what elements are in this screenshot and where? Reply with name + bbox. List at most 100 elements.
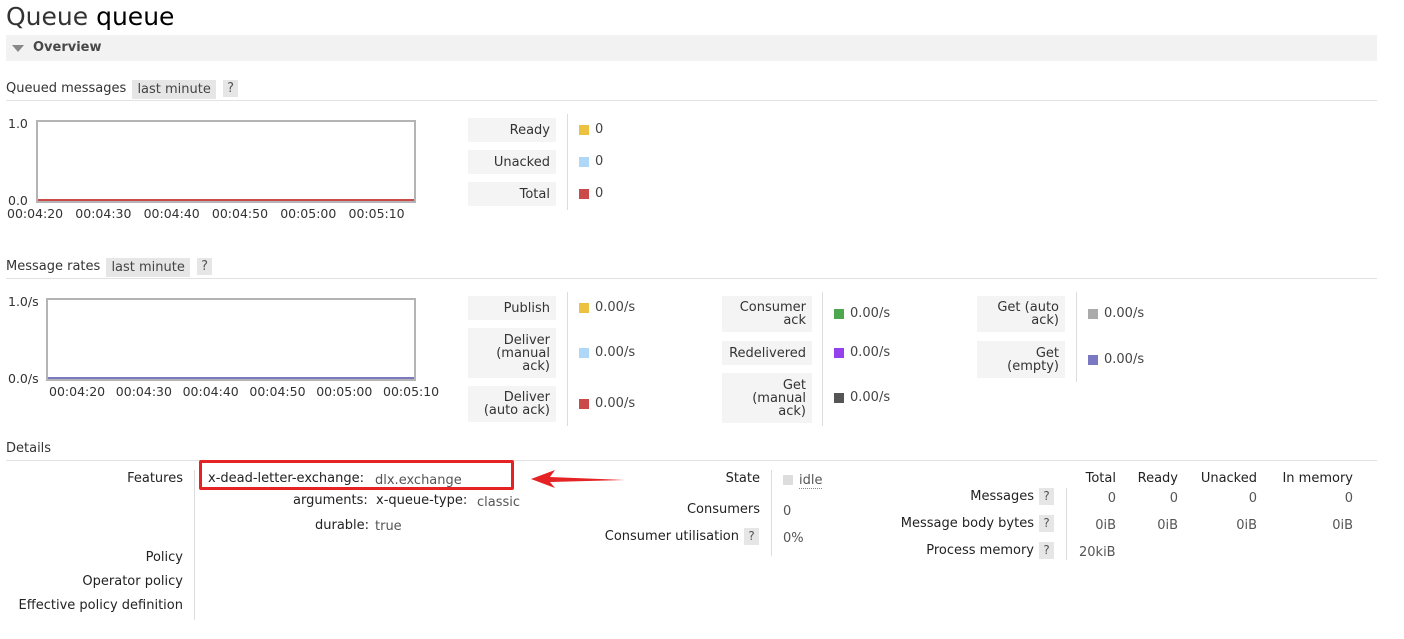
- legend-value: 0: [595, 154, 604, 169]
- legend-label-button[interactable]: Get (auto ack): [977, 296, 1065, 332]
- legend-label-button[interactable]: Deliver (manual ack): [468, 328, 556, 378]
- message-rates-chart: [46, 298, 416, 381]
- details-divider-mid: [771, 470, 772, 556]
- durable-key: durable:: [315, 518, 370, 533]
- queued-messages-header: Queued messages last minute ?: [6, 80, 1377, 101]
- legend-label-button[interactable]: Get (manual ack): [722, 373, 812, 423]
- message-rates-label: Message rates: [6, 259, 101, 274]
- stats-column-header: Total: [1085, 471, 1116, 486]
- legend-label-button[interactable]: Redelivered: [722, 341, 812, 365]
- messages-value: 0: [1344, 491, 1353, 506]
- legend-value: 0.00/s: [595, 345, 636, 360]
- legend-value: 0.00/s: [850, 390, 891, 405]
- legend-swatch-icon: [579, 348, 589, 358]
- policy-label: Policy: [145, 550, 183, 565]
- legend-value: 0.00/s: [595, 396, 636, 411]
- legend-swatch-icon: [834, 348, 844, 358]
- legend-label-button[interactable]: Ready: [468, 118, 556, 142]
- legend-value: 0.00/s: [1104, 351, 1145, 367]
- annotation-arrow-icon: [531, 470, 625, 488]
- details-label: Details: [6, 441, 52, 456]
- legend-label-button[interactable]: Unacked: [468, 150, 556, 174]
- rates-divider-3: [1076, 292, 1077, 382]
- chart-y-max: 1.0: [8, 116, 28, 131]
- process-memory-value: 20kiB: [1079, 545, 1116, 560]
- details-divider-left: [194, 470, 195, 620]
- process-memory-help-button[interactable]: ?: [1039, 542, 1054, 559]
- messages-label: Messages: [970, 489, 1034, 504]
- x-tick-label: 00:04:40: [182, 384, 239, 399]
- body-bytes-value: 0iB: [1236, 518, 1257, 533]
- legend-swatch-icon: [579, 399, 589, 409]
- queued-messages-help-button[interactable]: ?: [223, 80, 239, 97]
- durable-value: true: [375, 519, 402, 534]
- x-tick-label: 00:05:10: [383, 384, 440, 399]
- operator-policy-label: Operator policy: [82, 574, 183, 589]
- legend-swatch-icon: [1088, 354, 1098, 365]
- process-memory-label: Process memory: [926, 543, 1034, 558]
- queue-name: queue: [96, 2, 175, 31]
- page-title-prefix: Queue: [6, 2, 89, 31]
- state-indicator-icon: [783, 475, 793, 485]
- body-bytes-value: 0iB: [1157, 518, 1178, 533]
- details-divider-right: [1066, 488, 1067, 560]
- x-tick-label: 00:05:00: [316, 384, 373, 399]
- legend-label-button[interactable]: Consumer ack: [722, 296, 812, 332]
- message-body-bytes-help-button[interactable]: ?: [1039, 515, 1054, 532]
- message-rates-help-button[interactable]: ?: [197, 258, 213, 275]
- message-rates-range-button[interactable]: last minute: [106, 258, 190, 277]
- rates-series-line: [48, 377, 414, 379]
- x-tick-label: 00:04:30: [75, 206, 132, 221]
- messages-value: 0: [1107, 491, 1116, 506]
- rates-chart-y-max: 1.0/s: [8, 294, 39, 309]
- x-tick-label: 00:04:30: [115, 384, 172, 399]
- annotation-highlight-box: [199, 460, 514, 490]
- legend-swatch-icon: [834, 393, 844, 403]
- messages-help-button[interactable]: ?: [1039, 488, 1054, 505]
- queued-messages-range-button[interactable]: last minute: [132, 80, 216, 99]
- details-header: Details: [6, 440, 1377, 461]
- legend-label-button[interactable]: Total: [468, 182, 556, 206]
- page-title: Queue queue: [6, 2, 174, 31]
- messages-value: 0: [1248, 491, 1257, 506]
- legend-value: 0: [595, 122, 604, 137]
- legend-label-button[interactable]: Get (empty): [977, 341, 1065, 378]
- consumers-value: 0: [783, 504, 792, 519]
- queued-messages-x-axis: 00:04:20 00:04:30 00:04:40 00:04:50 00:05:00…: [0, 206, 430, 222]
- stats-column-header: In memory: [1282, 471, 1353, 486]
- body-bytes-value: 0iB: [1332, 518, 1353, 533]
- legend-swatch-icon: [1088, 309, 1098, 319]
- message-body-bytes-label: Message body bytes: [900, 516, 1034, 531]
- x-tick-label: 00:04:50: [249, 384, 306, 399]
- total-series-line: [38, 199, 414, 201]
- consumer-utilisation-help-button[interactable]: ?: [744, 528, 759, 545]
- arguments-label: arguments:: [293, 493, 368, 508]
- overview-section-toggle[interactable]: Overview: [6, 35, 1377, 61]
- stats-column-header: Ready: [1137, 471, 1178, 486]
- collapse-triangle-icon: [12, 45, 24, 52]
- overview-label: Overview: [33, 40, 102, 55]
- legend-label-button[interactable]: Deliver (auto ack): [468, 386, 556, 422]
- rates-divider-2: [822, 292, 823, 426]
- legend-value: 0.00/s: [595, 300, 636, 315]
- x-tick-label: 00:04:20: [7, 206, 64, 221]
- consumer-utilisation-value: 0%: [783, 531, 804, 546]
- consumer-utilisation-label: Consumer utilisation: [604, 529, 739, 544]
- state-label: State: [725, 471, 760, 486]
- x-tick-label: 00:05:00: [280, 206, 337, 221]
- legend-label-button[interactable]: Publish: [468, 296, 556, 320]
- legend-divider: [567, 114, 568, 210]
- consumers-label: Consumers: [686, 502, 760, 517]
- features-label: Features: [127, 471, 183, 486]
- legend-swatch-icon: [834, 309, 844, 319]
- effective-policy-label: Effective policy definition: [18, 598, 183, 613]
- message-rates-x-axis: 00:04:20 00:04:30 00:04:40 00:04:50 00:05:00…: [0, 384, 460, 400]
- x-tick-label: 00:04:40: [143, 206, 200, 221]
- queued-messages-label: Queued messages: [6, 81, 127, 96]
- message-rates-header: Message rates last minute ?: [6, 258, 1377, 279]
- body-bytes-value: 0iB: [1095, 518, 1116, 533]
- state-value[interactable]: idle: [799, 473, 823, 489]
- x-tick-label: 00:04:50: [211, 206, 269, 221]
- x-tick-label: 00:05:10: [348, 206, 405, 221]
- queue-type-value: classic: [477, 495, 521, 510]
